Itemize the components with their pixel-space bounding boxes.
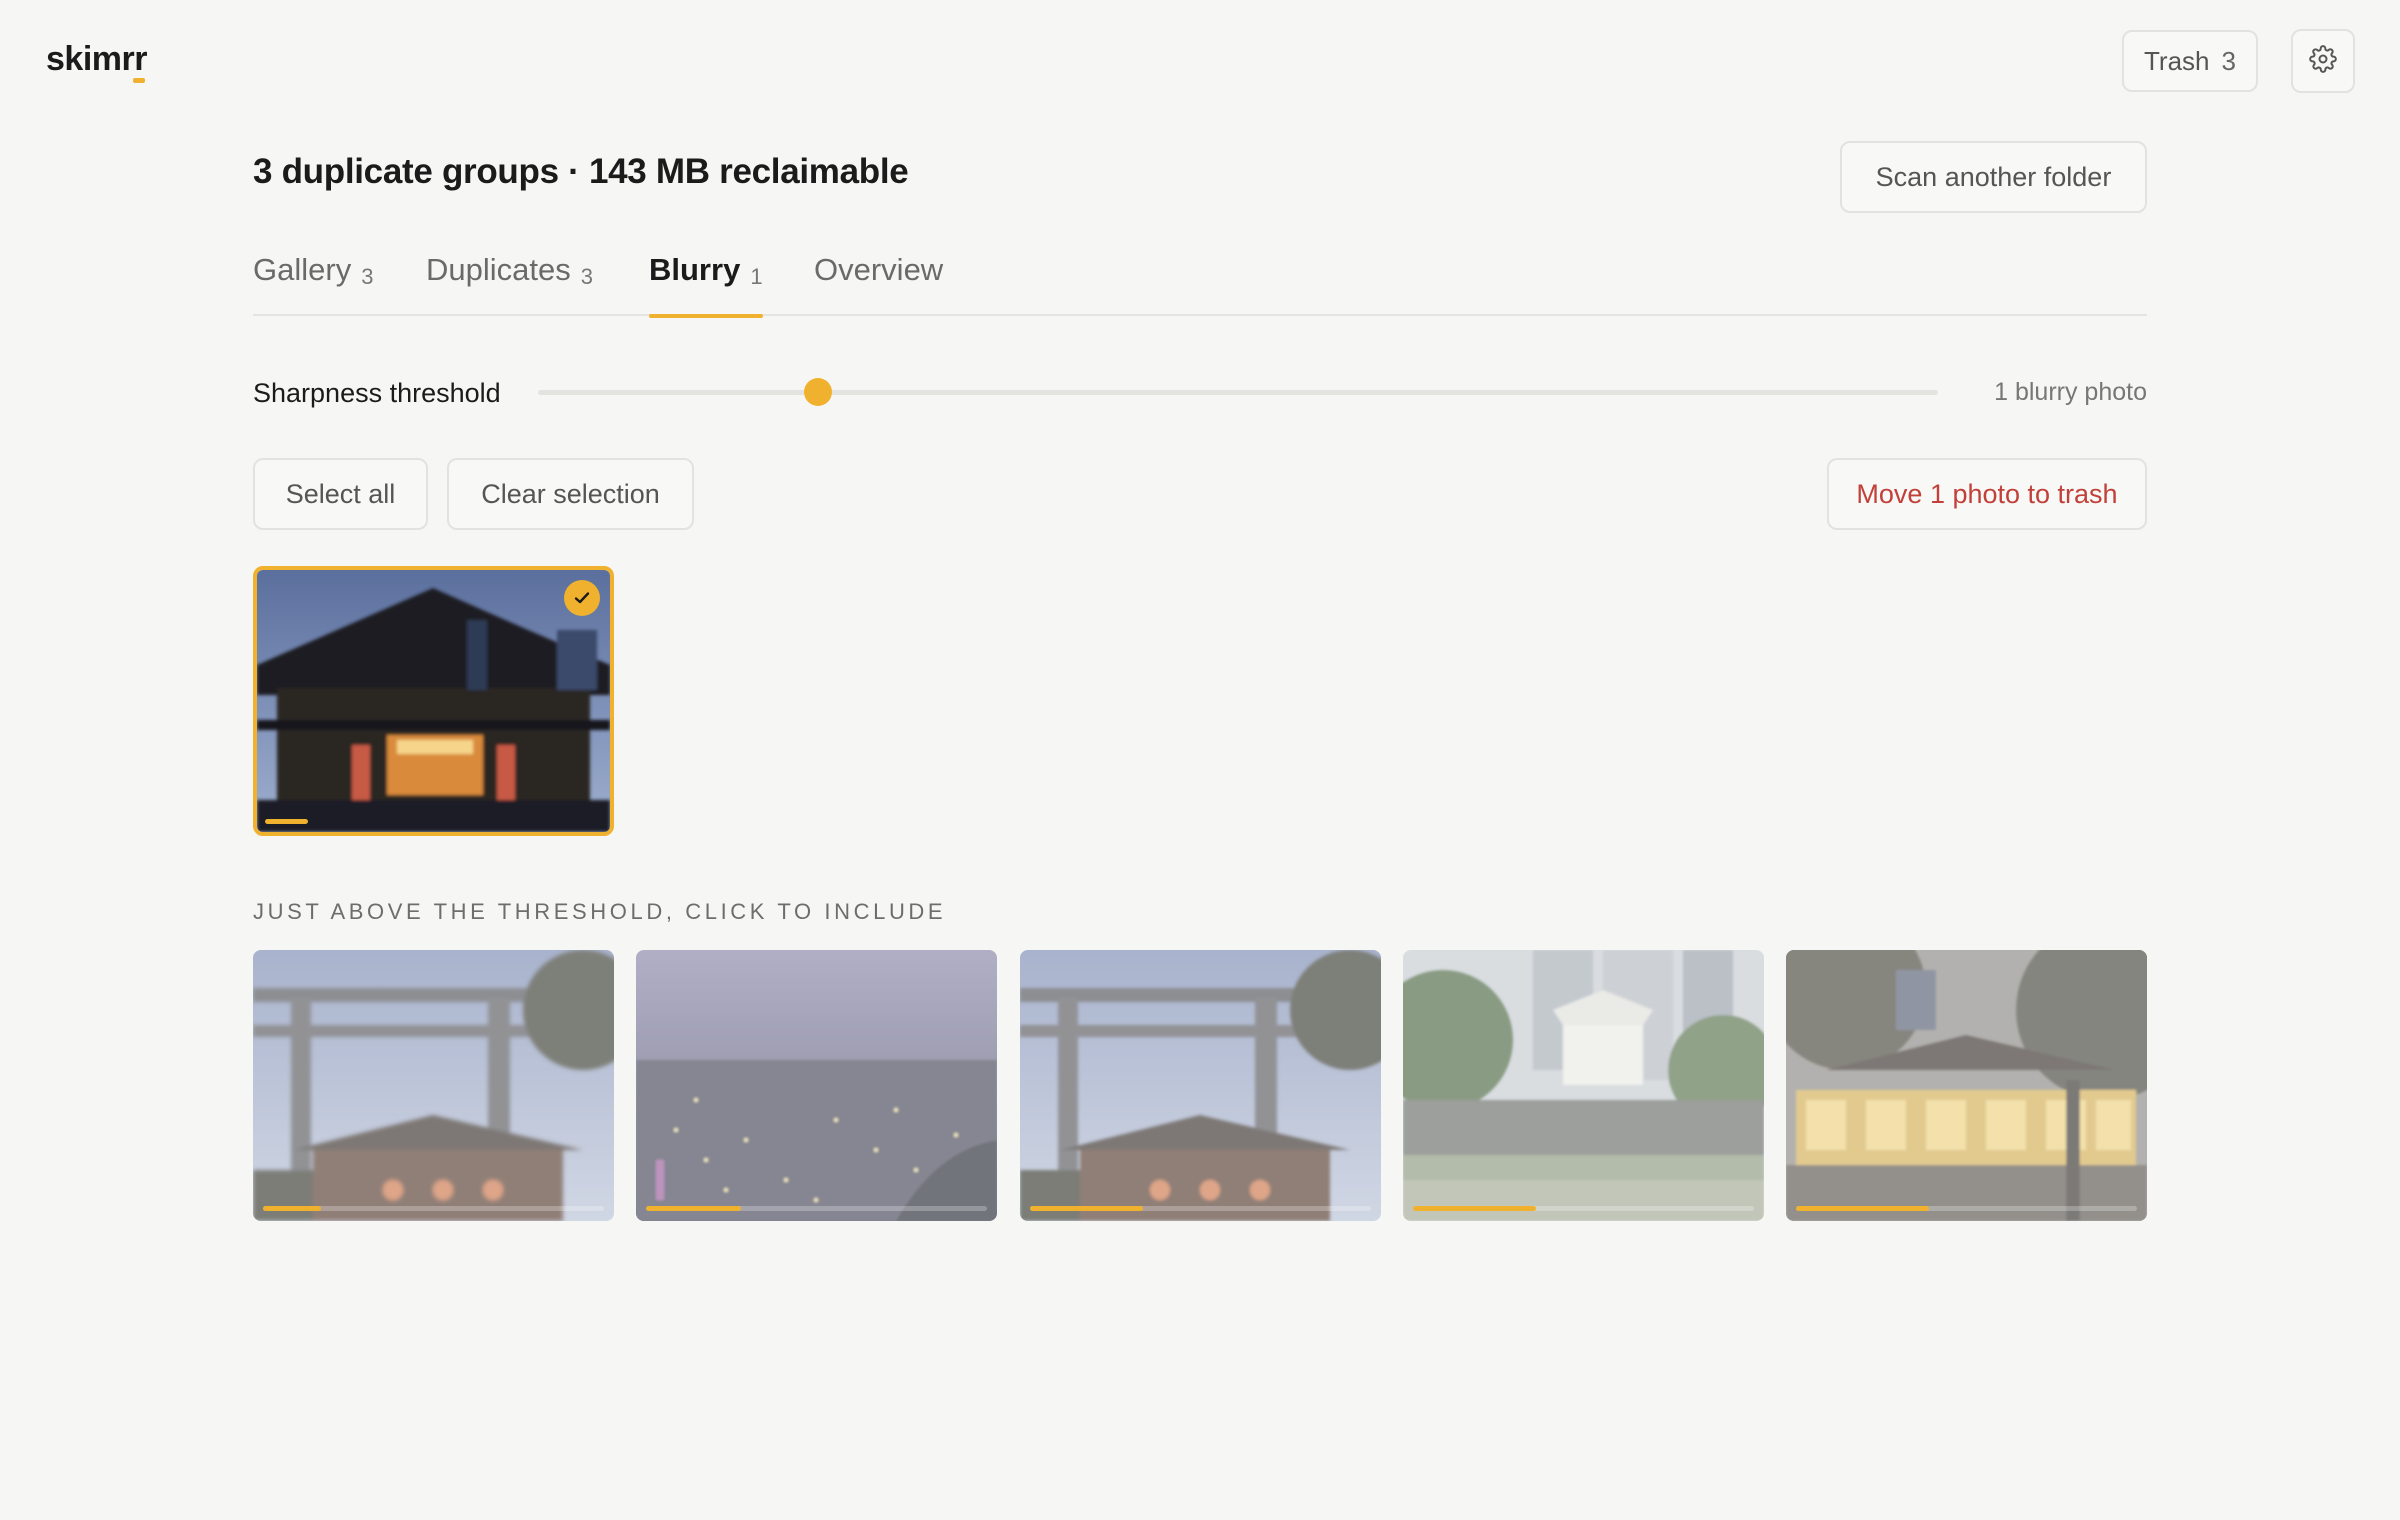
scan-folder-button[interactable]: Scan another folder	[1840, 141, 2147, 213]
dim-overlay	[1403, 950, 1764, 1221]
sharpness-fill	[1030, 1206, 1143, 1211]
sharpness-track	[263, 1206, 604, 1211]
sharpness-track	[646, 1206, 987, 1211]
sharpness-track	[1030, 1206, 1371, 1211]
dim-overlay	[1786, 950, 2147, 1221]
slider-track[interactable]	[538, 390, 1938, 395]
near-threshold-photo[interactable]	[636, 950, 997, 1221]
sharpness-track	[1796, 1206, 2137, 1211]
threshold-label: Sharpness threshold	[253, 378, 501, 408]
gear-icon	[2309, 44, 2337, 78]
sharpness-fill	[646, 1206, 742, 1211]
sharpness-slider[interactable]	[538, 374, 1938, 410]
tab-count: 1	[750, 264, 763, 289]
tab-duplicates[interactable]: Duplicates 3	[426, 250, 593, 316]
sharpness-indicator	[265, 819, 308, 824]
selected-check-icon	[564, 580, 600, 616]
trash-button[interactable]: Trash 3	[2122, 30, 2258, 92]
tab-gallery[interactable]: Gallery 3	[253, 250, 373, 316]
dim-overlay	[636, 950, 997, 1221]
slider-handle[interactable]	[804, 378, 832, 406]
tab-overview[interactable]: Overview	[814, 250, 943, 316]
tab-label: Duplicates	[426, 252, 571, 287]
tab-blurry[interactable]: Blurry 1	[649, 250, 763, 318]
temple-photo	[257, 570, 610, 832]
sharpness-fill	[1796, 1206, 1929, 1211]
near-threshold-photo[interactable]	[1786, 950, 2147, 1221]
select-all-button[interactable]: Select all	[253, 458, 428, 530]
dim-overlay	[253, 950, 614, 1221]
sharpness-fill	[263, 1206, 321, 1211]
tab-bar: Gallery 3 Duplicates 3 Blurry 1 Overview	[253, 250, 2147, 318]
app-logo-text: skimrr	[46, 40, 147, 78]
near-threshold-photo[interactable]	[1020, 950, 1381, 1221]
sharpness-fill	[1413, 1206, 1536, 1211]
trash-label: Trash	[2144, 45, 2210, 76]
dim-overlay	[1020, 950, 1381, 1221]
tab-label: Overview	[814, 252, 944, 287]
blurry-photo-card[interactable]	[253, 566, 614, 836]
clear-selection-button[interactable]: Clear selection	[447, 458, 694, 530]
trash-count: 3	[2221, 45, 2236, 76]
near-threshold-heading: JUST ABOVE THE THRESHOLD, CLICK TO INCLU…	[253, 899, 947, 924]
tab-count: 3	[361, 264, 374, 289]
blurry-count: 1 blurry photo	[1994, 378, 2147, 406]
settings-button[interactable]	[2291, 29, 2355, 93]
logo-accent	[132, 78, 145, 83]
near-threshold-photo[interactable]	[253, 950, 614, 1221]
app-logo: skimrr	[46, 40, 147, 83]
tab-label: Blurry	[649, 252, 741, 287]
tab-label: Gallery	[253, 252, 352, 287]
sharpness-track	[1413, 1206, 1754, 1211]
page-title: 3 duplicate groups · 143 MB reclaimable	[253, 152, 909, 191]
tab-count: 3	[580, 264, 593, 289]
move-to-trash-button[interactable]: Move 1 photo to trash	[1827, 458, 2147, 530]
near-threshold-photo[interactable]	[1403, 950, 1764, 1221]
